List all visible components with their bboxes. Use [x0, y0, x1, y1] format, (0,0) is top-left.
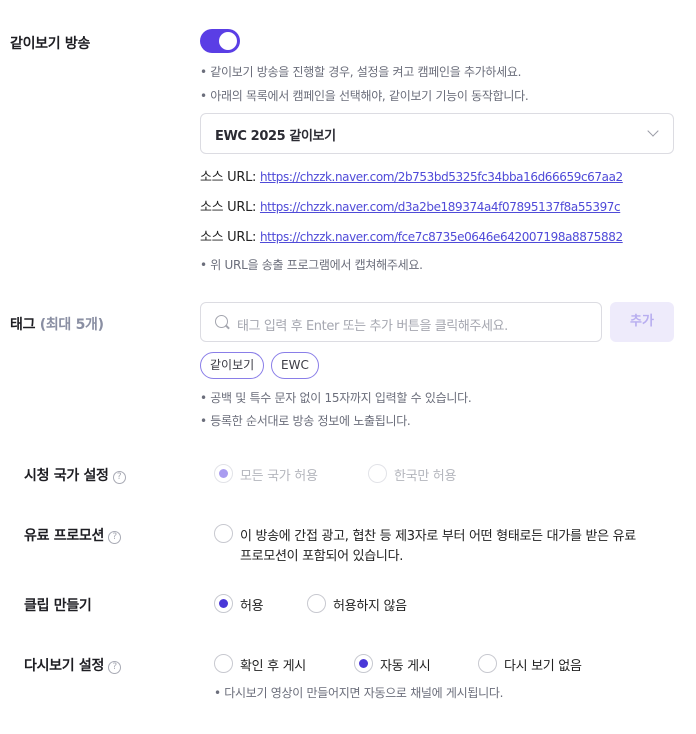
question-circle-icon[interactable]: ?	[112, 471, 126, 484]
viewing-country-label-text: 시청 국가 설정	[24, 468, 109, 484]
tags-label-limit: (최대 5개)	[39, 317, 104, 333]
source-url-label: 소스 URL:	[200, 170, 260, 185]
radio-replay-review[interactable]	[214, 654, 233, 673]
replay-setting-label-text: 다시보기 설정	[24, 658, 105, 674]
replay-broadcast-toggle[interactable]	[200, 29, 240, 53]
radio-clip-allow-label: 허용	[240, 599, 264, 614]
radio-replay-auto[interactable]	[354, 654, 373, 673]
radio-all-countries-label: 모든 국가 허용	[240, 469, 318, 484]
tag-note-1: • 공백 및 특수 문자 없이 15자까지 입력할 수 있습니다.	[200, 391, 472, 405]
radio-clip-deny-label: 허용하지 않음	[333, 599, 407, 614]
radio-clip-deny[interactable]	[307, 594, 326, 613]
question-circle-icon[interactable]: ?	[108, 661, 122, 674]
radio-all-countries[interactable]	[214, 464, 233, 483]
source-url-row-3: 소스 URL: https://chzzk.naver.com/fce7c873…	[200, 226, 623, 245]
toggle-knob	[219, 32, 237, 50]
tags-label-text: 태그	[10, 317, 36, 333]
tag-chip[interactable]: 같이보기	[200, 352, 265, 379]
source-url-label: 소스 URL:	[200, 200, 260, 215]
paid-promotion-label: 유료 프로모션?	[24, 525, 122, 545]
viewing-country-label: 시청 국가 설정?	[24, 465, 126, 485]
paid-promotion-text-2: 프로모션이 포함되어 있습니다.	[240, 549, 404, 564]
radio-replay-none-label: 다시 보기 없음	[504, 659, 582, 674]
campaign-select-value: EWC 2025 같이보기	[215, 129, 336, 144]
source-url-label: 소스 URL:	[200, 230, 260, 245]
source-url-row-1: 소스 URL: https://chzzk.naver.com/2b753bd5…	[200, 166, 623, 185]
radio-replay-review-label: 확인 후 게시	[240, 659, 306, 674]
radio-replay-none[interactable]	[478, 654, 497, 673]
source-url-link[interactable]: https://chzzk.naver.com/2b753bd5325fc34b…	[260, 170, 623, 184]
replay-note-2: • 아래의 목록에서 캠페인을 선택해야, 같이보기 기능이 동작합니다.	[200, 89, 529, 103]
tag-input-placeholder: 태그 입력 후 Enter 또는 추가 버튼을 클릭해주세요.	[237, 319, 508, 334]
url-note: • 위 URL을 송출 프로그램에서 캡쳐해주세요.	[200, 258, 423, 272]
replay-setting-note: • 다시보기 영상이 만들어지면 자동으로 채널에 게시됩니다.	[214, 686, 504, 700]
radio-clip-allow[interactable]	[214, 594, 233, 613]
campaign-select[interactable]: EWC 2025 같이보기	[200, 113, 674, 154]
source-url-link[interactable]: https://chzzk.naver.com/fce7c8735e0646e6…	[260, 230, 623, 244]
tag-input[interactable]: 태그 입력 후 Enter 또는 추가 버튼을 클릭해주세요.	[200, 302, 602, 342]
tag-note-2: • 등록한 순서대로 방송 정보에 노출됩니다.	[200, 414, 411, 428]
search-icon	[215, 315, 228, 328]
question-circle-icon[interactable]: ?	[108, 531, 122, 544]
paid-promotion-label-text: 유료 프로모션	[24, 528, 105, 544]
add-tag-button[interactable]: 추가	[610, 302, 674, 342]
source-url-link[interactable]: https://chzzk.naver.com/d3a2be189374a4f0…	[260, 200, 621, 214]
paid-promotion-radio[interactable]	[214, 524, 233, 543]
replay-broadcast-label: 같이보기 방송	[10, 36, 91, 52]
radio-korea-only-label: 한국만 허용	[394, 469, 457, 484]
replay-note-1: • 같이보기 방송을 진행할 경우, 설정을 켜고 캠페인을 추가하세요.	[200, 65, 522, 79]
paid-promotion-text-1: 이 방송에 간접 광고, 협찬 등 제3자로 부터 어떤 형태로든 대가를 받은…	[240, 529, 636, 544]
tag-chip[interactable]: EWC	[271, 352, 319, 379]
tags-label: 태그 (최대 5개)	[10, 314, 104, 334]
clip-creation-label: 클립 만들기	[24, 598, 92, 614]
chevron-down-icon	[647, 125, 659, 137]
radio-korea-only[interactable]	[368, 464, 387, 483]
radio-replay-auto-label: 자동 게시	[380, 659, 431, 674]
replay-setting-label: 다시보기 설정?	[24, 655, 122, 675]
source-url-row-2: 소스 URL: https://chzzk.naver.com/d3a2be18…	[200, 196, 621, 215]
